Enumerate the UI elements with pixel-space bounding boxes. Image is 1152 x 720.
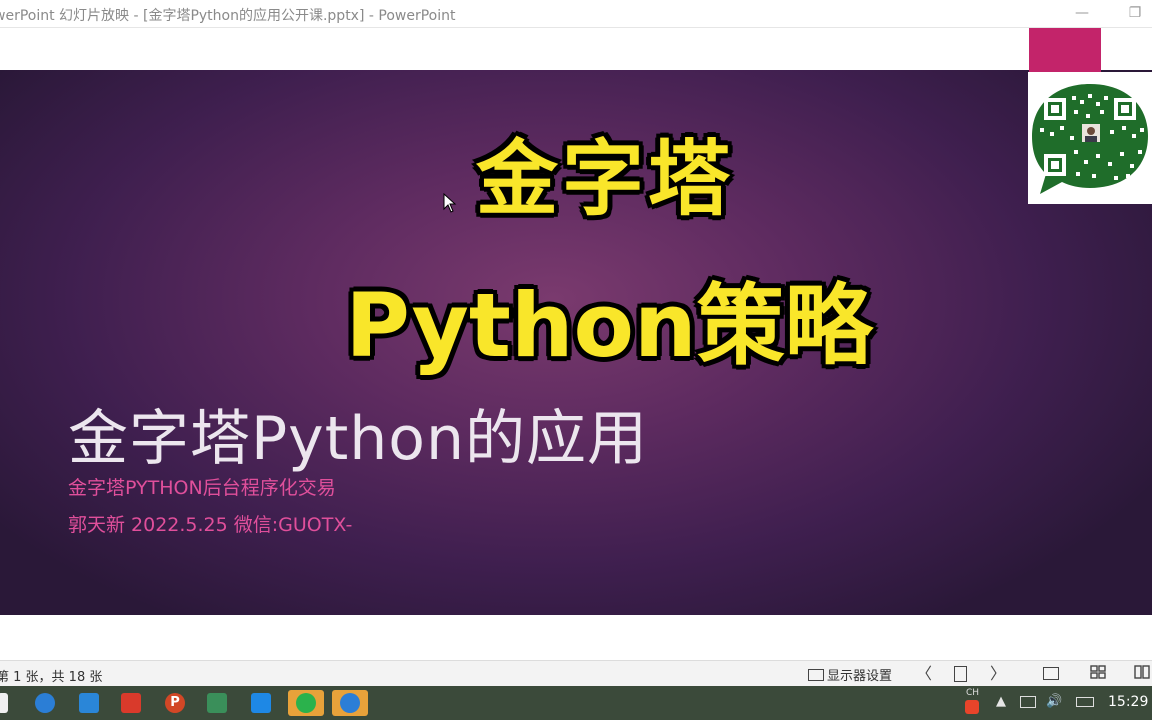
tray-expand-icon[interactable]: ▲ (996, 694, 1006, 709)
monitor-settings-button[interactable]: 显示器设置 (808, 665, 892, 684)
overlay-title-line1: 金字塔 (475, 132, 734, 227)
taskbar-app-qq-browser[interactable] (332, 690, 368, 716)
slide-title: 金字塔Python的应用 (68, 404, 648, 474)
slide-sorter-icon[interactable] (1088, 664, 1108, 684)
qr-code-panel (1028, 72, 1152, 204)
taskbar-app-powerpoint[interactable]: P (160, 690, 190, 716)
red-app-icon (121, 693, 141, 713)
monitor-settings-label: 显示器设置 (827, 669, 893, 684)
taskbar-app-green[interactable] (202, 690, 232, 716)
minimize-button[interactable]: — (1071, 4, 1093, 22)
ime-indicator[interactable]: CH (966, 688, 979, 698)
slide[interactable]: 金字塔 Python策略 金字塔Python的应用 金字塔PYTHON后台程序化… (0, 70, 1152, 615)
volume-icon[interactable]: 🔊 (1046, 694, 1062, 709)
restore-button[interactable]: ❐ (1124, 4, 1146, 22)
slide-subtitle-1: 金字塔PYTHON后台程序化交易 (68, 477, 336, 499)
browser-icon (35, 693, 55, 713)
previous-slide-button[interactable]: 〈 (914, 664, 934, 684)
powerpoint-icon: P (165, 693, 185, 713)
qq-browser-icon (340, 693, 360, 713)
slide-menu-icon[interactable] (950, 664, 970, 687)
green-app-icon (207, 693, 227, 713)
wechat-icon (296, 693, 316, 713)
qr-header-block (1029, 28, 1101, 72)
next-slide-button[interactable]: 〉 (988, 664, 1008, 684)
qr-code-icon (1032, 84, 1148, 194)
taskbar-app-cloud[interactable] (246, 690, 276, 716)
slide-counter: 第 1 张，共 18 张 (0, 670, 103, 685)
taskbar: P CH ▲ 🔊 15:29 (0, 686, 1152, 720)
title-bar: werPoint 幻灯片放映 - [金字塔Python的应用公开课.pptx] … (0, 0, 1152, 28)
taskbar-app-wechat[interactable] (288, 690, 324, 716)
taskbar-clock[interactable]: 15:29 (1108, 694, 1148, 710)
reading-view-icon[interactable] (1132, 664, 1152, 684)
cloud-icon (251, 693, 271, 713)
sogou-ime-icon[interactable] (965, 700, 979, 714)
overlay-title-line2: Python策略 (345, 274, 873, 377)
normal-view-icon[interactable] (1041, 664, 1061, 685)
windows-start-button[interactable] (0, 690, 24, 716)
taskbar-app-bird[interactable] (74, 690, 104, 716)
monitor-icon (808, 669, 824, 681)
taskbar-app-browser[interactable] (30, 690, 60, 716)
window-title: werPoint 幻灯片放映 - [金字塔Python的应用公开课.pptx] … (0, 8, 456, 24)
network-icon[interactable] (1020, 696, 1036, 708)
battery-icon[interactable] (1076, 697, 1094, 707)
taskbar-app-red[interactable] (116, 690, 146, 716)
status-bar: 第 1 张，共 18 张 显示器设置 〈 〉 (0, 660, 1152, 687)
slide-subtitle-2: 郭天新 2022.5.25 微信:GUOTX- (68, 514, 353, 536)
windows-icon (0, 693, 8, 713)
bird-icon (79, 693, 99, 713)
